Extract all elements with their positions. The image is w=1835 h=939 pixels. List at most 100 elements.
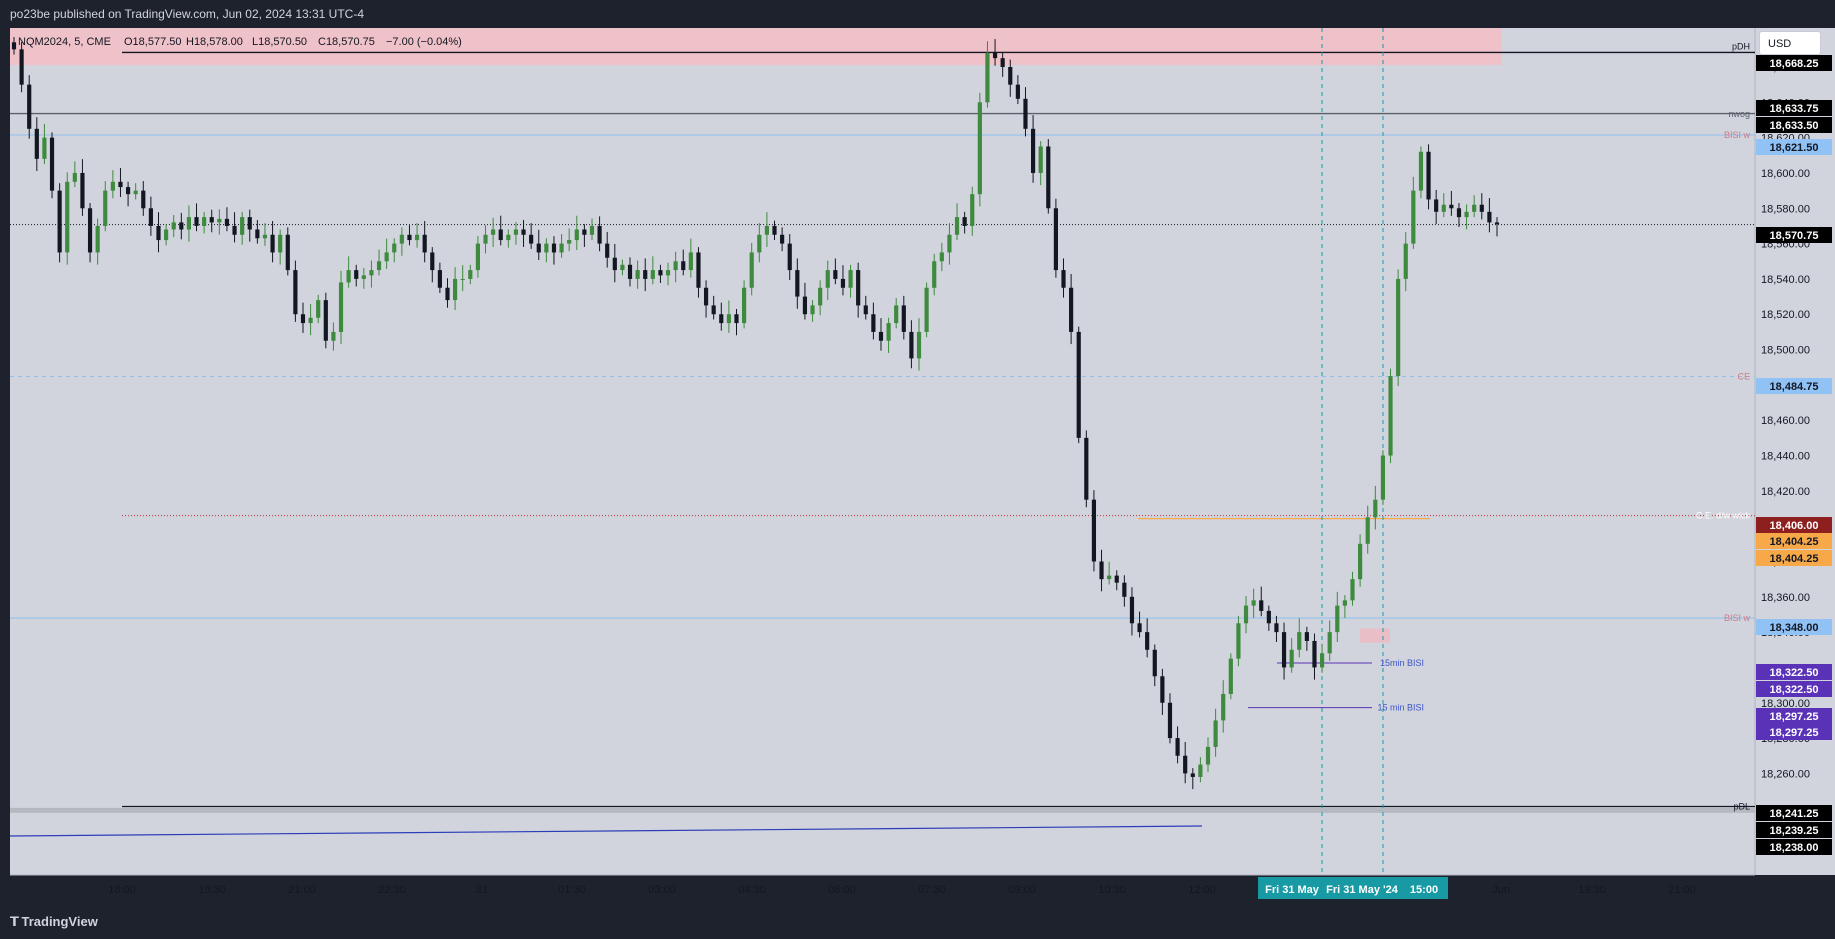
candle-body bbox=[1122, 582, 1127, 597]
candle-body bbox=[1023, 98, 1028, 129]
candle-body bbox=[1243, 605, 1249, 624]
price-tag-ce: 18,484.75 bbox=[1770, 381, 1819, 393]
price-tick-label: 18,520.00 bbox=[1761, 309, 1810, 321]
pdl-band bbox=[10, 807, 1755, 813]
candle-body bbox=[551, 243, 557, 253]
candle-body bbox=[1228, 658, 1233, 694]
candle-body bbox=[361, 275, 366, 279]
candle-body bbox=[688, 252, 693, 271]
candle-body bbox=[1114, 575, 1119, 583]
candle-body bbox=[764, 225, 769, 235]
candle-body bbox=[909, 331, 914, 359]
ohlc-legend: NQM2024, 5, CME O18,577.50 H18,578.00 L1… bbox=[18, 36, 462, 48]
legend-open: O18,577.50 bbox=[124, 36, 182, 48]
price-tick-label: 18,460.00 bbox=[1761, 415, 1810, 427]
level-label-pDH: pDH bbox=[1732, 41, 1750, 51]
candle-body bbox=[665, 270, 671, 276]
candle-body bbox=[795, 270, 800, 297]
candle-body bbox=[916, 331, 922, 359]
candle-body bbox=[878, 331, 884, 341]
candle-body bbox=[1342, 600, 1347, 606]
candle-body bbox=[1129, 596, 1135, 624]
candle-body bbox=[285, 234, 290, 271]
candle-body bbox=[703, 287, 709, 306]
candle-body bbox=[1107, 575, 1112, 580]
candle-body bbox=[1084, 437, 1089, 500]
candle-body bbox=[1335, 605, 1340, 633]
candle-body bbox=[1008, 67, 1013, 85]
candle-body bbox=[894, 305, 899, 324]
candle-body bbox=[1236, 623, 1241, 659]
candle-body bbox=[323, 300, 328, 341]
price-tag-orange-1: 18,404.25 bbox=[1770, 536, 1819, 548]
price-tick-label: 18,500.00 bbox=[1761, 345, 1810, 357]
price-tick-label: 18,360.00 bbox=[1761, 592, 1810, 604]
candle-body bbox=[1297, 632, 1302, 650]
candle-body bbox=[95, 225, 100, 253]
tradingview-brand[interactable]: 𝗧 TradingView bbox=[10, 914, 98, 930]
time-tick-label: 03:00 bbox=[648, 884, 676, 896]
price-tag-bisi-15-min-a: 18,297.25 bbox=[1770, 711, 1819, 723]
candle-body bbox=[232, 225, 237, 235]
candle-body bbox=[1266, 610, 1271, 624]
brand-label: TradingView bbox=[21, 914, 98, 929]
candle-body bbox=[1061, 270, 1066, 288]
candle-body bbox=[1441, 204, 1446, 212]
candle-body bbox=[833, 270, 838, 279]
legend-close: C18,570.75 bbox=[318, 36, 375, 48]
time-tick-label: 04:30 bbox=[738, 884, 766, 896]
price-tick-label: 18,260.00 bbox=[1761, 768, 1810, 780]
candle-body bbox=[1137, 623, 1142, 633]
candle-body bbox=[437, 270, 442, 288]
candlestick-chart[interactable]: pDH nwog BISI w CE C.E. d/w wick BISI w 15min … bbox=[0, 0, 1835, 907]
candle-body bbox=[506, 234, 511, 241]
candle-body bbox=[589, 225, 595, 235]
candle-body bbox=[1487, 211, 1492, 223]
candle-body bbox=[141, 190, 146, 209]
candle-body bbox=[1319, 653, 1325, 668]
candle-body bbox=[1434, 199, 1439, 212]
candle-body bbox=[1175, 738, 1180, 756]
candle-body bbox=[293, 270, 298, 315]
candle-body bbox=[164, 229, 169, 241]
level-label-bisi-15-min-a: 15 min BISI bbox=[1377, 703, 1424, 713]
candle-body bbox=[1388, 376, 1393, 456]
candle-body bbox=[810, 305, 815, 315]
candle-body bbox=[1000, 58, 1005, 67]
candle-body bbox=[1396, 278, 1401, 377]
time-tick-label: 09:00 bbox=[1008, 884, 1036, 896]
candle-body bbox=[825, 270, 830, 288]
candle-body bbox=[1213, 720, 1218, 747]
currency-button[interactable]: USD bbox=[1759, 31, 1821, 55]
candle-body bbox=[947, 234, 952, 253]
candle-body bbox=[475, 243, 481, 271]
price-tick-label: 18,440.00 bbox=[1761, 451, 1810, 463]
price-tick-label: 18,300.00 bbox=[1761, 698, 1810, 710]
price-tag-bisi-15-min-b: 18,297.25 bbox=[1770, 727, 1819, 739]
candle-body bbox=[1076, 331, 1081, 438]
candle-body bbox=[80, 172, 85, 209]
candle-body bbox=[430, 252, 435, 271]
candle-body bbox=[711, 305, 716, 315]
candle-body bbox=[574, 229, 579, 241]
candle-body bbox=[985, 52, 990, 103]
candle-body bbox=[1479, 204, 1484, 212]
time-axis[interactable]: 18:00 19:30 21:00 22:30 31 01:30 03:00 04:30 06:… bbox=[108, 877, 1696, 899]
price-tag-nwog: 18,633.50 bbox=[1770, 120, 1819, 132]
candle-body bbox=[247, 217, 252, 230]
candle-body bbox=[1449, 204, 1454, 209]
candle-body bbox=[612, 257, 617, 271]
candle-body bbox=[992, 52, 998, 59]
time-tick-label: 10:30 bbox=[1098, 884, 1126, 896]
candle-body bbox=[886, 323, 891, 341]
pink-zone-box bbox=[1360, 628, 1390, 643]
candle-body bbox=[726, 314, 731, 324]
candle-body bbox=[49, 137, 55, 191]
candle-body bbox=[757, 234, 762, 253]
candle-body bbox=[346, 270, 351, 283]
candle-body bbox=[848, 270, 853, 288]
candle-body bbox=[262, 234, 268, 239]
candle-body bbox=[802, 296, 808, 315]
candle-body bbox=[1099, 561, 1104, 580]
level-label-ce: CE bbox=[1737, 371, 1750, 381]
